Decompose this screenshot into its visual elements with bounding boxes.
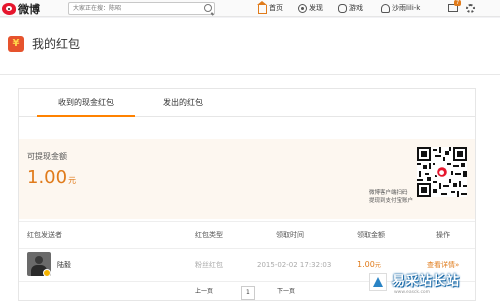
divider — [0, 74, 500, 75]
gear-icon[interactable] — [466, 4, 475, 13]
packet-type: 粉丝红包 — [195, 261, 223, 269]
qr-hint-line1: 微博客户端扫码 — [369, 190, 408, 196]
weibo-eye-icon — [2, 2, 16, 15]
site-watermark: 易采站长站 www.easck.com — [354, 262, 500, 301]
watermark-url: www.easck.com — [394, 290, 431, 295]
verified-badge-icon — [43, 269, 51, 277]
message-badge: 7 — [454, 0, 462, 6]
watermark-text: 易采站长站 — [392, 274, 460, 289]
game-icon — [338, 3, 347, 13]
red-packet-icon: ¥ — [8, 36, 24, 52]
col-time: 领取时间 — [276, 231, 304, 239]
balance-section: 可提现金额 1.00元 微博客户端扫码 提现到支付宝账户 — [19, 139, 475, 219]
balance-unit: 元 — [68, 176, 77, 185]
table-header: 红包发送者 红包类型 领取时间 领取金额 操作 — [19, 221, 475, 249]
balance-value: 1.00 — [27, 167, 68, 188]
page-number-current[interactable]: 1 — [241, 286, 255, 300]
col-sender: 红包发送者 — [27, 231, 62, 239]
logo-text: 微博 — [18, 2, 40, 16]
nav-home-label: 首页 — [269, 4, 283, 12]
home-icon — [257, 0, 267, 14]
tab-sent[interactable]: 发出的红包 — [143, 89, 223, 117]
qr-code-graphic — [417, 147, 467, 197]
qr-hint: 微博客户端扫码 提现到支付宝账户 — [369, 189, 413, 205]
user-icon — [381, 3, 390, 13]
nav-game[interactable]: 游戏 — [338, 3, 363, 13]
page-title: 我的红包 — [32, 37, 81, 51]
qr-hint-line2: 提现到支付宝账户 — [369, 198, 414, 204]
prev-page-button[interactable]: 上一页 — [195, 286, 213, 298]
receive-time: 2015-02-02 17:32:03 — [257, 261, 332, 269]
balance-amount: 1.00元 — [27, 167, 76, 188]
search-icon[interactable] — [204, 4, 212, 12]
col-amount: 领取金额 — [357, 231, 385, 239]
sender-name[interactable]: 陆毅 — [57, 250, 71, 280]
nav-discover[interactable]: 发现 — [298, 3, 323, 13]
nav-home[interactable]: 首页 — [257, 0, 283, 14]
search-box — [68, 2, 215, 15]
weibo-logo[interactable]: 微博 — [2, 1, 40, 16]
balance-label: 可提现金额 — [27, 152, 67, 161]
next-page-button[interactable]: 下一页 — [277, 286, 295, 298]
main-panel: ¥ 我的红包 收到的现金红包 发出的红包 可提现金额 1.00元 微博客户端扫码… — [0, 18, 500, 301]
qr-code — [417, 147, 467, 197]
discover-icon — [298, 3, 307, 13]
nav-discover-label: 发现 — [309, 4, 323, 12]
top-nav-bar: 微博 首页 发现 游戏 沙雨lili-k 7 — [0, 0, 500, 17]
col-action: 操作 — [436, 231, 450, 239]
search-input[interactable] — [69, 3, 199, 14]
watermark-logo-icon — [369, 273, 387, 291]
nav-game-label: 游戏 — [349, 4, 363, 12]
nav-user-label: 沙雨lili-k — [392, 4, 421, 12]
col-type: 红包类型 — [195, 231, 223, 239]
tab-received-cash[interactable]: 收到的现金红包 — [37, 89, 135, 117]
nav-user[interactable]: 沙雨lili-k — [381, 3, 420, 13]
tab-bar: 收到的现金红包 发出的红包 — [19, 89, 475, 117]
